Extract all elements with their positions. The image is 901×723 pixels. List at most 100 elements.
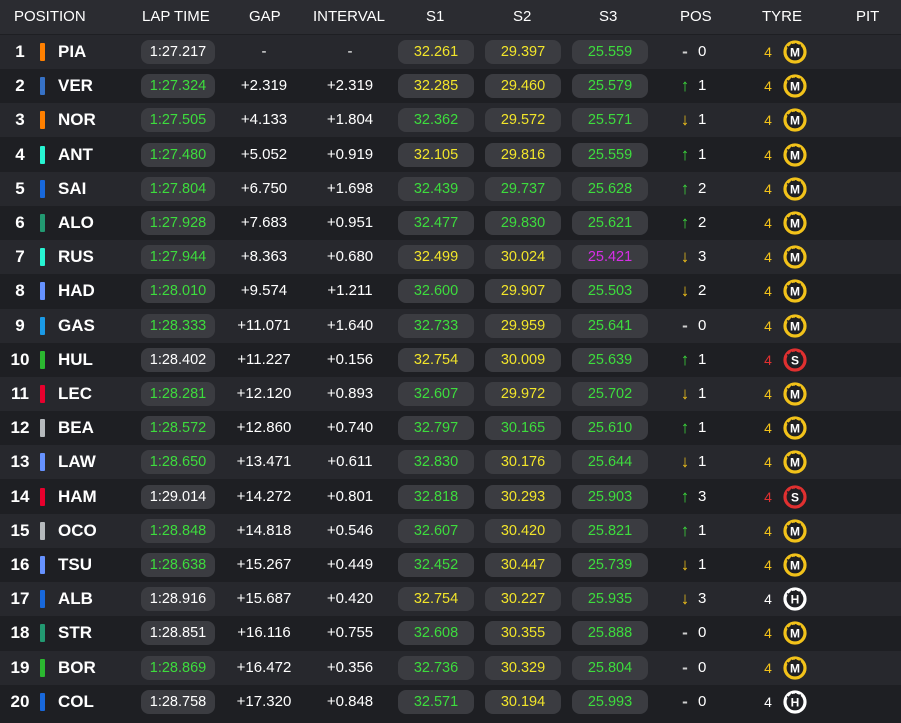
lap-time: 1:28.851 xyxy=(141,621,215,646)
table-row[interactable]: 13 LAW 1:28.650 +13.471 +0.611 32.830 30.176 25… xyxy=(0,445,901,480)
tyre-compound-letter: S xyxy=(791,353,799,367)
sector-1-time: 32.736 xyxy=(398,655,474,680)
interval-value: +0.680 xyxy=(326,248,374,266)
pit-count xyxy=(840,138,890,172)
header-tyre[interactable]: TYRE xyxy=(762,0,802,34)
table-row[interactable]: 15 OCO 1:28.848 +14.818 +0.546 32.607 30.420 25… xyxy=(0,513,901,548)
table-row[interactable]: 12 BEA 1:28.572 +12.860 +0.740 32.797 30.165 25… xyxy=(0,411,901,445)
lap-time: 1:28.650 xyxy=(141,450,215,475)
driver-code: ALB xyxy=(58,589,93,609)
sector-2-time: 30.165 xyxy=(485,416,561,441)
table-row[interactable]: 16 TSU 1:28.638 +15.267 +0.449 32.452 30.447 25… xyxy=(0,548,901,582)
table-row[interactable]: 8 HAD 1:28.010 +9.574 +1.211 32.600 29.907 25.5… xyxy=(0,274,901,308)
table-row[interactable]: 20 COL 1:28.758 +17.320 +0.848 32.571 30.194 25… xyxy=(0,685,901,719)
tyre-compound-letter: M xyxy=(790,182,800,196)
driver-code: HUL xyxy=(58,349,93,369)
header-s3[interactable]: S3 xyxy=(599,0,617,34)
table-row[interactable]: 17 ALB 1:28.916 +15.687 +0.420 32.754 30.227 25… xyxy=(0,582,901,617)
pit-count xyxy=(840,582,890,616)
header-s1[interactable]: S1 xyxy=(426,0,444,34)
position-change-value: 1 xyxy=(698,350,707,368)
tyre-age: 4 xyxy=(764,44,772,60)
sector-1-time: 32.830 xyxy=(398,450,474,475)
interval-value: +0.893 xyxy=(326,385,374,402)
tyre-compound-icon: H xyxy=(783,690,807,714)
tyre-compound-letter: M xyxy=(790,285,800,299)
table-row[interactable]: 18 STR 1:28.851 +16.116 +0.755 32.608 30.355 25… xyxy=(0,616,901,650)
position-number: 4 xyxy=(15,144,25,164)
team-color-bar xyxy=(40,179,45,198)
sector-3-time: 25.935 xyxy=(572,587,648,612)
pit-count xyxy=(840,35,890,69)
timing-table: POSITION LAP TIME GAP INTERVAL S1 S2 S3 … xyxy=(0,0,901,723)
gap-value: +14.818 xyxy=(236,521,292,539)
table-row[interactable]: 11 LEC 1:28.281 +12.120 +0.893 32.607 29.972 25… xyxy=(0,377,901,411)
position-change-icon: - xyxy=(682,42,688,61)
position-number: 5 xyxy=(15,178,25,198)
sector-2-time: 29.460 xyxy=(485,74,561,99)
interval-value: +1.804 xyxy=(326,111,374,129)
gap-value: +2.319 xyxy=(240,77,288,95)
gap-value: +15.267 xyxy=(236,556,292,573)
sector-2-time: 29.830 xyxy=(485,211,561,235)
tyre-age: 4 xyxy=(764,317,772,334)
tyre-age: 4 xyxy=(764,386,772,402)
pit-count xyxy=(840,480,890,514)
gap-value: +5.052 xyxy=(240,145,288,163)
sector-1-time: 32.754 xyxy=(398,347,474,372)
interval-value: +0.156 xyxy=(326,350,374,368)
position-change-icon: - xyxy=(682,623,688,643)
gap-value: +17.320 xyxy=(236,692,292,710)
table-row[interactable]: 6 ALO 1:27.928 +7.683 +0.951 32.477 29.830 25.6… xyxy=(0,206,901,240)
table-row[interactable]: 3 NOR 1:27.505 +4.133 +1.804 32.362 29.572 25.5… xyxy=(0,103,901,138)
table-row[interactable]: 14 HAM 1:29.014 +14.272 +0.801 32.818 30.293 25… xyxy=(0,480,901,514)
position-change-icon: ↓ xyxy=(680,247,690,267)
sector-3-time: 25.702 xyxy=(572,382,648,406)
header-lap-time[interactable]: LAP TIME xyxy=(142,0,210,34)
tyre-compound-icon: M xyxy=(783,313,807,338)
position-change-value: 2 xyxy=(698,282,707,300)
lap-time: 1:27.944 xyxy=(141,245,215,270)
table-row[interactable]: 5 SAI 1:27.804 +6.750 +1.698 32.439 29.737 25.6… xyxy=(0,171,901,206)
team-color-bar xyxy=(40,145,45,164)
interval-value: +2.319 xyxy=(326,77,374,95)
header-s2[interactable]: S2 xyxy=(513,0,531,34)
position-number: 11 xyxy=(11,384,29,403)
table-row[interactable]: 7 RUS 1:27.944 +8.363 +0.680 32.499 30.024 25.4… xyxy=(0,240,901,275)
table-row[interactable]: 10 HUL 1:28.402 +11.227 +0.156 32.754 30.009 25… xyxy=(0,343,901,377)
table-row[interactable]: 19 BOR 1:28.869 +16.472 +0.356 32.736 30.329 25… xyxy=(0,650,901,685)
gap-value: +6.750 xyxy=(240,179,288,197)
interval-value: +0.801 xyxy=(326,487,374,505)
table-row[interactable]: 1 PIA 1:27.217- -32.261 29.397 25.559-0 4 M xyxy=(0,35,901,69)
sector-1-time: 32.477 xyxy=(398,211,474,235)
gap-value: +15.687 xyxy=(236,590,292,608)
position-change-value: 1 xyxy=(698,77,707,95)
header-position[interactable]: POSITION xyxy=(14,0,86,34)
driver-code: STR xyxy=(58,623,92,643)
pit-count xyxy=(840,445,890,479)
gap-value: +14.272 xyxy=(236,487,292,505)
table-row[interactable]: 9 GAS 1:28.333 +11.071 +1.640 32.733 29.959 25.… xyxy=(0,308,901,343)
pit-count xyxy=(840,240,890,274)
header-interval[interactable]: INTERVAL xyxy=(313,0,385,34)
sector-1-time: 32.607 xyxy=(398,382,474,406)
position-number: 9 xyxy=(15,315,25,335)
interval-value: +0.356 xyxy=(326,658,374,676)
header-pit[interactable]: PIT xyxy=(856,0,879,34)
lap-time: 1:27.505 xyxy=(141,108,215,133)
team-color-bar xyxy=(40,419,45,438)
sector-1-time: 32.261 xyxy=(398,40,474,64)
tyre-compound-letter: M xyxy=(790,558,800,572)
header-gap[interactable]: GAP xyxy=(249,0,281,34)
position-change-icon: ↑ xyxy=(680,520,690,540)
interval-value: +1.211 xyxy=(327,282,373,300)
header-pos[interactable]: POS xyxy=(680,0,712,34)
sector-3-time: 25.559 xyxy=(572,142,648,167)
position-change-icon: ↑ xyxy=(680,76,690,96)
tyre-compound-letter: M xyxy=(790,114,800,128)
team-color-bar xyxy=(40,77,45,96)
table-row[interactable]: 2 VER 1:27.324 +2.319 +2.319 32.285 29.460 25.5… xyxy=(0,69,901,103)
table-row[interactable]: 4 ANT 1:27.480 +5.052 +0.919 32.105 29.816 25.5… xyxy=(0,138,901,172)
position-change-icon: ↑ xyxy=(680,486,690,506)
tyre-age: 4 xyxy=(764,146,772,163)
